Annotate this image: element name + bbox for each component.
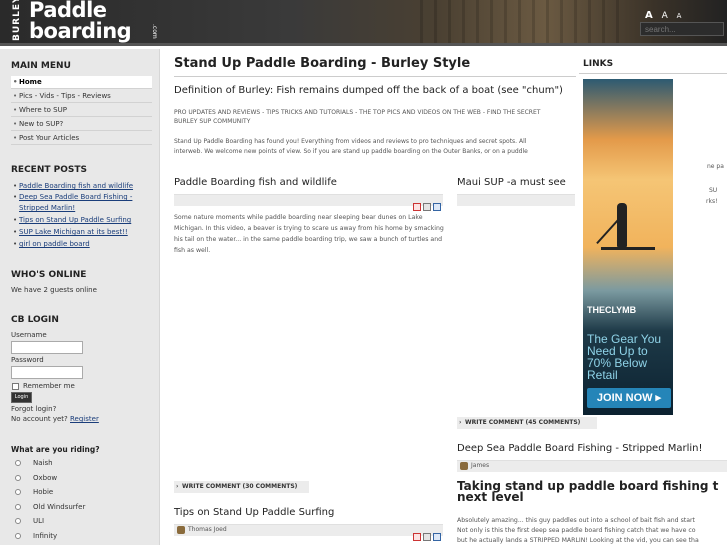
- poll-option[interactable]: Hobie: [15, 488, 53, 496]
- radio-button[interactable]: [15, 533, 21, 539]
- login-button[interactable]: Login: [11, 392, 32, 403]
- article-author: Thomas Joed: [176, 524, 227, 536]
- ad-paddler-silhouette: [617, 203, 627, 247]
- username-label: Username: [11, 331, 47, 339]
- article-toolbar: Thomas Joed: [174, 524, 443, 541]
- username-field[interactable]: [11, 341, 83, 354]
- whos-online-title: WHO'S ONLINE: [11, 270, 87, 280]
- links-panel: LINKS THECLYMB The Gear You Need Up to 7…: [575, 55, 727, 535]
- intro-text-line: Stand Up Paddle Boarding has found you! …: [174, 138, 527, 145]
- ad-slogan: The Gear You Need Up to 70% Below Retail: [587, 332, 662, 382]
- poll-option-label: Infinity: [33, 532, 58, 540]
- pro-updates-text: PRO UPDATES AND REVIEWS - TIPS TRICKS AN…: [174, 109, 541, 116]
- radio-button[interactable]: [15, 518, 21, 524]
- main-content: Stand Up Paddle Boarding - Burley Style …: [161, 49, 727, 545]
- forgot-login-link[interactable]: Forgot login?: [11, 405, 56, 413]
- page-title: Stand Up Paddle Boarding - Burley Style: [174, 56, 471, 71]
- ad-brand-logo: THECLYMB: [587, 305, 637, 315]
- pro-updates-continued: BURLEY SUP COMMUNITY: [174, 118, 251, 125]
- article-toolbar: [457, 194, 575, 206]
- menu-item-post-articles[interactable]: Post Your Articles: [11, 132, 152, 145]
- logo-boarding-text[interactable]: boarding: [29, 19, 132, 43]
- logo-burley-text[interactable]: BURLEY: [12, 0, 26, 41]
- poll-option[interactable]: Infinity: [15, 532, 57, 540]
- poll-option[interactable]: Naish: [15, 459, 53, 467]
- password-label: Password: [11, 356, 44, 364]
- font-reset-button[interactable]: A: [662, 11, 668, 21]
- overflow-fragment: ne pa: [707, 163, 724, 170]
- header-background-dock: [420, 0, 630, 43]
- ad-join-now-button[interactable]: JOIN NOW ▸: [587, 388, 671, 408]
- font-size-tools: A A A: [645, 10, 687, 21]
- article-actions: [411, 526, 441, 545]
- font-decrease-button[interactable]: A: [677, 12, 682, 20]
- definition-heading: Definition of Burley: Fish remains dumpe…: [174, 85, 563, 96]
- whos-online-text: We have 2 guests online: [11, 286, 97, 294]
- menu-item-home[interactable]: Home: [11, 76, 152, 89]
- logo-tld: .com: [151, 24, 158, 39]
- register-link[interactable]: Register: [70, 415, 99, 423]
- title-divider: [174, 76, 576, 77]
- article-text-deepsea: but he actually lands a STRIPPED MARLIN!…: [457, 537, 699, 544]
- search-input[interactable]: [640, 22, 724, 36]
- author-name: Thomas Joed: [188, 526, 227, 533]
- left-sidebar: MAIN MENU Home Pics - Vids - Tips - Revi…: [0, 49, 160, 545]
- article-toolbar: [174, 194, 443, 211]
- overflow-fragment: rks!: [706, 198, 718, 205]
- poll-title: What are you riding?: [11, 445, 100, 454]
- article-title-tips[interactable]: Tips on Stand Up Paddle Surfing: [174, 507, 334, 518]
- advertisement-banner[interactable]: THECLYMB The Gear You Need Up to 70% Bel…: [583, 79, 673, 415]
- site-header: BURLEY Paddle boarding .com A A A: [0, 0, 727, 46]
- links-divider: [579, 73, 727, 74]
- menu-item-new-to-sup[interactable]: New to SUP?: [11, 118, 152, 131]
- author-name: James: [471, 462, 490, 469]
- article-text-fish: Some nature moments while paddle boardin…: [174, 214, 444, 254]
- font-increase-button[interactable]: A: [645, 10, 653, 21]
- menu-item-where-to-sup[interactable]: Where to SUP: [11, 104, 152, 117]
- print-icon[interactable]: [423, 533, 431, 541]
- remember-me-label: Remember me: [23, 382, 75, 390]
- no-account-label: No account yet?: [11, 415, 68, 423]
- recent-post-link[interactable]: Paddle Boarding fish and wildlife: [11, 181, 156, 192]
- user-icon: [177, 526, 185, 534]
- radio-button[interactable]: [15, 504, 21, 510]
- write-comment-fish-link[interactable]: WRITE COMMENT (30 COMMENTS): [174, 481, 309, 493]
- recent-post-link[interactable]: SUP Lake Michigan at its best!!: [11, 227, 156, 238]
- overflow-fragment: SU: [709, 187, 718, 194]
- recent-post-link[interactable]: Tips on Stand Up Paddle Surfing: [11, 215, 156, 226]
- password-field[interactable]: [11, 366, 83, 379]
- pdf-icon[interactable]: [413, 203, 421, 211]
- radio-button[interactable]: [15, 460, 21, 466]
- radio-button[interactable]: [15, 475, 21, 481]
- cb-login-title: CB LOGIN: [11, 315, 59, 325]
- main-menu-title: MAIN MENU: [11, 61, 71, 71]
- poll-option-label: Hobie: [33, 488, 54, 496]
- links-title: LINKS: [583, 59, 614, 69]
- poll-option-label: Oxbow: [33, 474, 58, 482]
- no-account-text: No account yet? Register: [11, 415, 99, 423]
- remember-me-checkbox[interactable]: [12, 383, 19, 390]
- poll-option[interactable]: Old Windsurfer: [15, 503, 85, 511]
- poll-option-label: Old Windsurfer: [33, 503, 86, 511]
- print-icon[interactable]: [423, 203, 431, 211]
- poll-option[interactable]: Oxbow: [15, 474, 57, 482]
- email-icon[interactable]: [433, 533, 441, 541]
- intro-text-line: interweb. We welcome new points of view.…: [174, 148, 528, 155]
- ad-board-shape: [601, 247, 655, 250]
- radio-button[interactable]: [15, 489, 21, 495]
- menu-item-pics-vids[interactable]: Pics - Vids - Tips - Reviews: [11, 90, 152, 103]
- poll-option-label: Naish: [33, 459, 53, 467]
- article-title-maui[interactable]: Maui SUP -a must see: [457, 177, 566, 188]
- user-icon: [460, 462, 468, 470]
- recent-post-link[interactable]: Deep Sea Paddle Board Fishing - Stripped…: [11, 192, 156, 214]
- email-icon[interactable]: [433, 203, 441, 211]
- pdf-icon[interactable]: [413, 533, 421, 541]
- article-author: James: [459, 460, 489, 472]
- poll-option-label: ULI: [33, 517, 45, 525]
- poll-option[interactable]: ULI: [15, 517, 44, 525]
- article-title-fish[interactable]: Paddle Boarding fish and wildlife: [174, 177, 337, 188]
- recent-posts-title: RECENT POSTS: [11, 165, 87, 175]
- recent-post-link[interactable]: girl on paddle board: [11, 239, 156, 250]
